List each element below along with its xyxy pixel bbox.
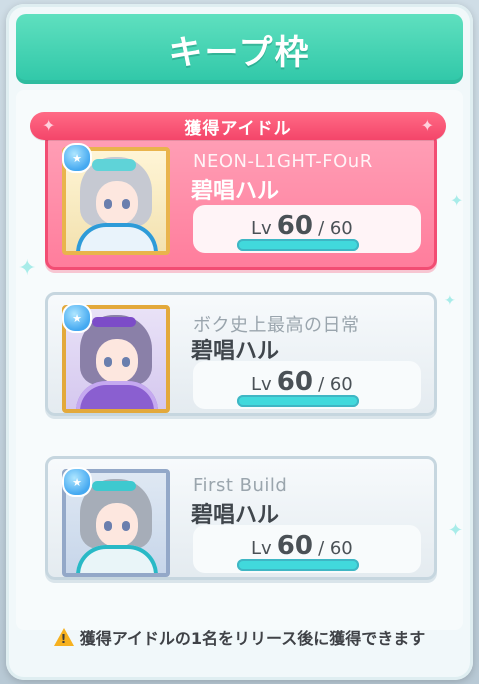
idol-card[interactable]: ★ First Build 碧唱ハル Lv 60 / 60	[45, 456, 437, 580]
warning-icon: !	[53, 628, 74, 646]
card-title: NEON-L1GHT-FOuR	[193, 151, 373, 172]
sparkle-icon: ✦	[448, 520, 464, 541]
level-max: / 60	[318, 538, 353, 559]
sparkle-icon: ✦	[420, 116, 434, 135]
level-current: 60	[276, 531, 313, 561]
level-current: 60	[276, 367, 313, 397]
level-current: 60	[276, 211, 313, 241]
level-max: / 60	[318, 374, 353, 395]
level-progress-bar	[237, 395, 359, 407]
panel-title: キープ枠	[168, 32, 311, 73]
level-box: Lv 60 / 60	[193, 361, 421, 409]
rarity-icon: ★	[62, 303, 92, 333]
level-readout: Lv 60 / 60	[251, 367, 353, 397]
panel-header: キープ枠	[16, 14, 463, 84]
release-notice: ! 獲得アイドルの1名をリリース後に獲得できます	[6, 622, 473, 652]
release-notice-text: 獲得アイドルの1名をリリース後に獲得できます	[79, 629, 426, 648]
sparkle-icon: ✦	[18, 256, 37, 281]
level-progress-bar	[237, 559, 359, 571]
level-label: Lv	[251, 218, 272, 239]
sparkle-icon: ✦	[444, 293, 456, 309]
sparkle-icon: ✦	[42, 116, 56, 135]
idol-name: 碧唱ハル	[191, 179, 280, 204]
idol-card[interactable]: ★ ボク史上最高の日常 碧唱ハル Lv 60 / 60	[45, 292, 437, 416]
rarity-icon: ★	[62, 467, 92, 497]
level-label: Lv	[251, 538, 272, 559]
sparkle-icon: ✦	[450, 191, 464, 210]
level-box: Lv 60 / 60	[193, 525, 421, 573]
level-max: / 60	[318, 218, 353, 239]
acquired-idol-ribbon: ✦ 獲得アイドル ✦	[30, 112, 446, 140]
level-label: Lv	[251, 374, 272, 395]
idol-card-selected[interactable]: ★ NEON-L1GHT-FOuR 碧唱ハル Lv 60 / 60	[45, 132, 437, 270]
ribbon-label: 獲得アイドル	[184, 118, 292, 139]
level-box: Lv 60 / 60	[193, 205, 421, 253]
rarity-icon: ★	[62, 143, 92, 173]
level-progress-bar	[237, 239, 359, 251]
card-title: First Build	[193, 475, 288, 496]
level-readout: Lv 60 / 60	[251, 531, 353, 561]
level-readout: Lv 60 / 60	[251, 211, 353, 241]
